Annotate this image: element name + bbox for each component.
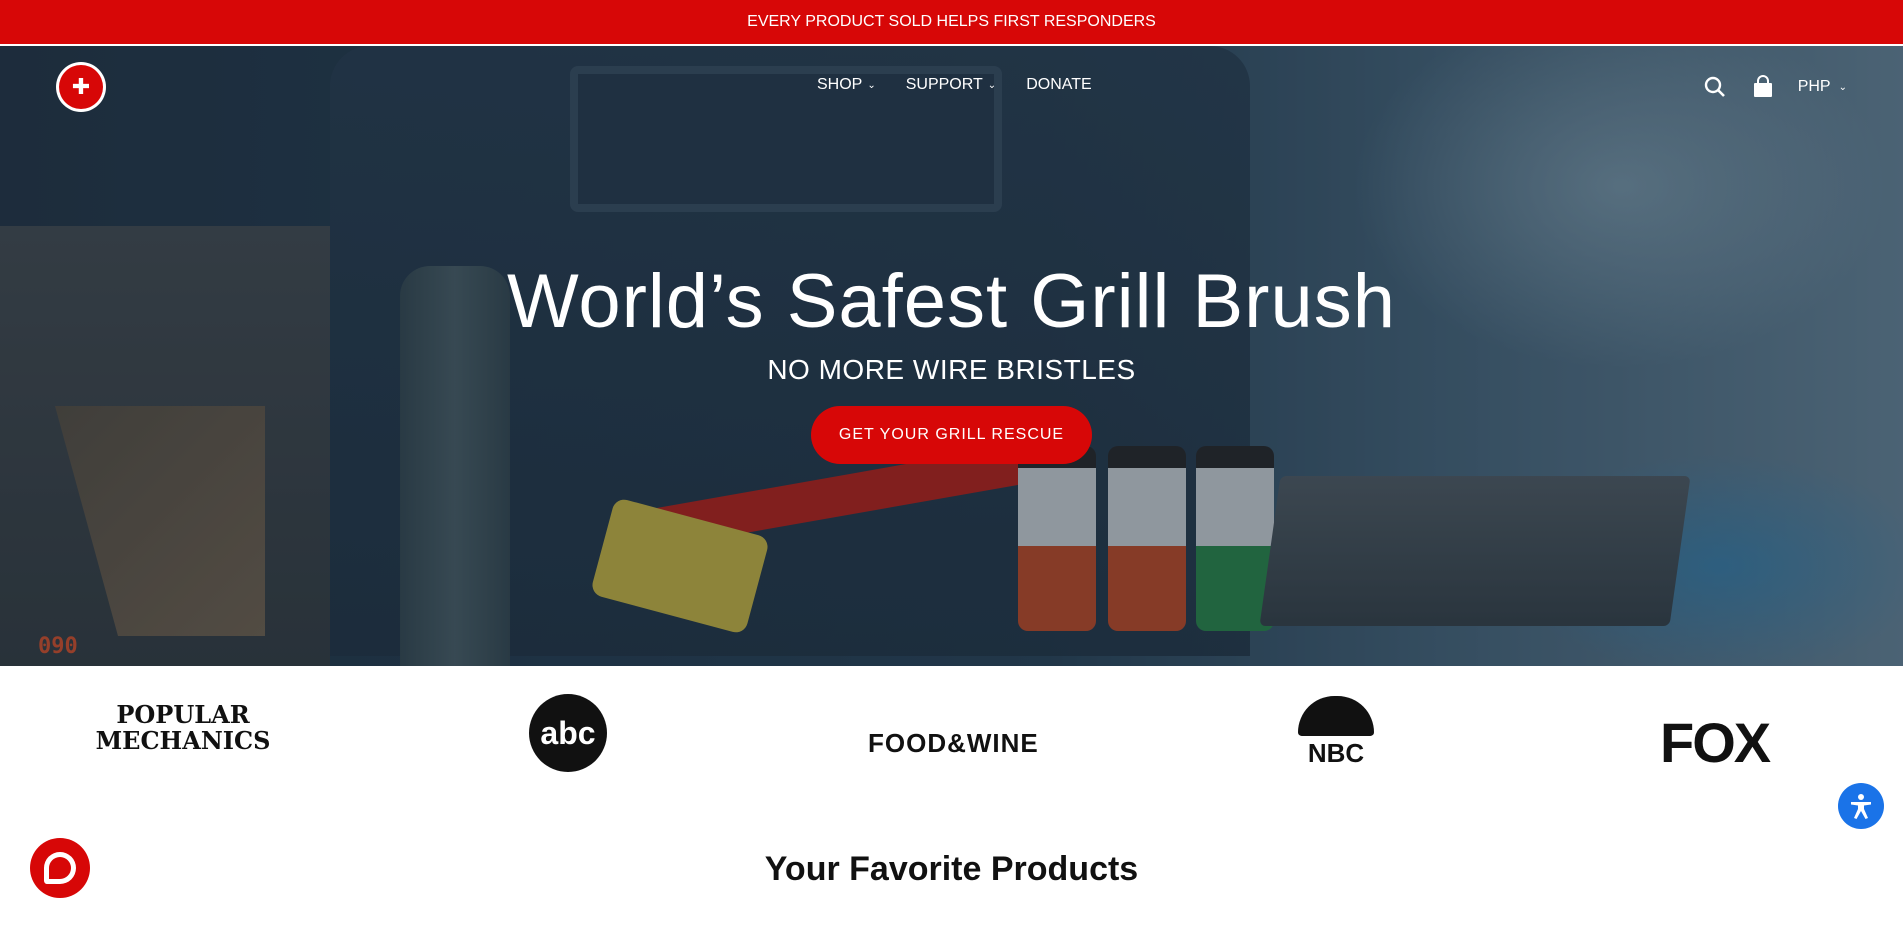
chevron-down-icon: ⌄ — [1838, 81, 1847, 93]
peacock-icon — [1298, 696, 1374, 736]
get-your-grill-rescue-button[interactable]: GET YOUR GRILL RESCUE — [810, 406, 1093, 464]
abc-logo: abc — [529, 694, 607, 772]
fox-logo: FOX — [1660, 711, 1771, 774]
accessibility-icon — [1851, 794, 1871, 819]
hero-subtitle: NO MORE WIRE BRISTLES — [767, 354, 1136, 385]
search-icon[interactable] — [1702, 74, 1728, 100]
hero-title: World’s Safest Grill Brush — [506, 259, 1396, 344]
currency-label: PHP — [1797, 78, 1831, 95]
accessibility-button[interactable] — [1838, 783, 1884, 829]
nav-item-label: SHOP — [817, 76, 863, 93]
nav-item-label: SUPPORT — [905, 76, 983, 93]
popular-mechanics-logo: POPULAR MECHANICS — [95, 700, 271, 755]
food-and-wine-logo: FOOD&WINE — [868, 728, 1039, 758]
chevron-down-icon: ⌄ — [987, 79, 997, 91]
announcement-bar: EVERY PRODUCT SOLD HELPS FIRST RESPONDER… — [0, 0, 1903, 46]
currency-selector[interactable]: PHP ⌄ — [1798, 78, 1847, 96]
nbc-logo: NBC — [1296, 696, 1376, 769]
header-actions: PHP ⌄ — [1702, 74, 1847, 100]
site-header: ✚ SHOP ⌄ SUPPORT ⌄ DONATE PHP ⌄ — [0, 46, 1903, 130]
cart-icon[interactable] — [1750, 74, 1776, 100]
section-title: Your Favorite Products — [764, 850, 1139, 888]
firefighter-badge-icon: ✚ — [59, 65, 103, 109]
announcement-text: EVERY PRODUCT SOLD HELPS FIRST RESPONDER… — [747, 13, 1156, 30]
hero-content: World’s Safest Grill Brush NO MORE WIRE … — [0, 256, 1903, 464]
chat-bubble-icon — [44, 852, 76, 884]
press-logos: POPULAR MECHANICS abc FOOD&WINE NBC FOX — [0, 666, 1903, 806]
site-logo[interactable]: ✚ — [56, 62, 106, 112]
nav-item-support[interactable]: SUPPORT ⌄ — [906, 76, 996, 94]
nav-item-label: DONATE — [1026, 76, 1092, 93]
chat-button[interactable] — [30, 838, 90, 898]
chevron-down-icon: ⌄ — [867, 79, 876, 91]
nav-item-shop[interactable]: SHOP ⌄ — [817, 76, 876, 94]
hero-banner: 090 World’s Safest Grill Brush NO MORE W… — [0, 46, 1903, 666]
nav-item-donate[interactable]: DONATE — [1026, 76, 1091, 94]
main-nav: SHOP ⌄ SUPPORT ⌄ DONATE — [817, 76, 1092, 94]
